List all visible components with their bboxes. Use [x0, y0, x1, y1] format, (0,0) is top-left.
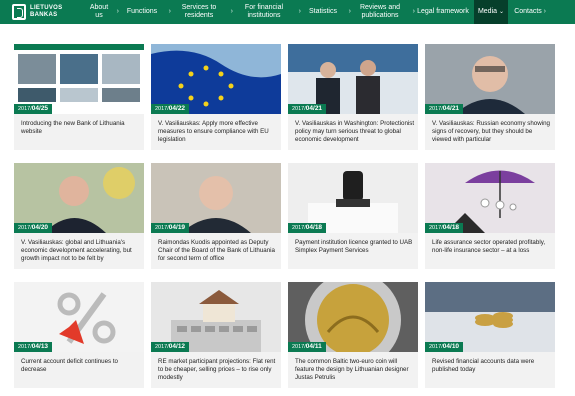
news-title[interactable]: Revised financial accounts data were pub… — [432, 358, 552, 374]
date-badge: 2017/04/13 — [14, 342, 53, 352]
date-day: 04/21 — [305, 105, 323, 112]
news-card[interactable]: 2017/04/12 RE market participant project… — [151, 282, 281, 388]
chevron-down-icon: ⌄ — [499, 9, 505, 15]
date-badge: 2017/04/19 — [151, 223, 190, 233]
logo-mark-icon — [12, 4, 26, 20]
date-year: 2017 — [292, 344, 305, 350]
news-card[interactable]: 2017/04/10 Revised financial accounts da… — [425, 282, 555, 388]
nav-about[interactable]: About us › — [82, 0, 119, 24]
date-year: 2017 — [18, 344, 31, 350]
news-title[interactable]: V. Vasiliauskas: Apply more effective me… — [158, 120, 278, 144]
logo-line-2: BANKAS — [30, 12, 58, 18]
date-day: 04/13 — [31, 343, 49, 350]
nav-legal[interactable]: Legal framework — [412, 0, 474, 24]
news-title[interactable]: Introducing the new Bank of Lithuania we… — [21, 120, 141, 136]
news-title[interactable]: Current account deficit continues to dec… — [21, 358, 141, 374]
nav-statistics-label: Statistics — [308, 8, 337, 15]
date-badge: 2017/04/21 — [288, 104, 327, 114]
logo-text: LIETUVOS BANKAS — [30, 5, 62, 19]
nav-reviews-label: Reviews and publications — [359, 4, 401, 19]
date-day: 04/22 — [168, 105, 186, 112]
date-year: 2017 — [18, 106, 31, 112]
date-day: 04/10 — [442, 343, 460, 350]
news-title[interactable]: The common Baltic two-euro coin will fea… — [295, 358, 415, 382]
main-menu: About us › Functions › Services to residen… — [82, 0, 548, 24]
date-day: 04/20 — [31, 224, 49, 231]
date-year: 2017 — [18, 225, 31, 231]
date-year: 2017 — [429, 344, 442, 350]
news-card[interactable]: 2017/04/18 Life assurance sector operate… — [425, 163, 555, 269]
news-card[interactable]: 2017/04/11 The common Baltic two-euro co… — [288, 282, 418, 388]
nav-contacts[interactable]: Contacts › — [508, 0, 548, 24]
date-badge: 2017/04/18 — [425, 223, 464, 233]
nav-financial-label: For financial institutions — [244, 4, 284, 19]
date-year: 2017 — [429, 225, 442, 231]
date-badge: 2017/04/22 — [151, 104, 190, 114]
date-badge: 2017/04/18 — [288, 223, 327, 233]
nav-legal-label: Legal framework — [417, 8, 469, 15]
nav-services-label: Services to residents — [181, 4, 217, 19]
date-year: 2017 — [155, 344, 168, 350]
nav-reviews[interactable]: Reviews and publications › — [348, 0, 415, 24]
date-day: 04/19 — [168, 224, 186, 231]
news-card[interactable]: 2017/04/18 Payment institution licence g… — [288, 163, 418, 269]
news-card[interactable]: 2017/04/13 Current account deficit conti… — [14, 282, 144, 388]
news-title[interactable]: Raimondas Kuodis appointed as Deputy Cha… — [158, 239, 278, 263]
date-badge: 2017/04/21 — [425, 104, 464, 114]
date-year: 2017 — [155, 225, 168, 231]
news-card[interactable]: 2017/04/21 V. Vasiliauskas: Russian econ… — [425, 44, 555, 150]
news-title[interactable]: V. Vasiliauskas in Washington: Protectio… — [295, 120, 415, 144]
nav-media[interactable]: Media ⌄ — [474, 0, 508, 24]
date-badge: 2017/04/10 — [425, 342, 464, 352]
news-card[interactable]: 2017/04/25 Introducing the new Bank of L… — [14, 44, 144, 150]
nav-financial[interactable]: For financial institutions › — [230, 0, 301, 24]
chevron-right-icon: › — [543, 8, 546, 15]
date-badge: 2017/04/12 — [151, 342, 190, 352]
news-card[interactable]: 2017/04/21 V. Vasiliauskas in Washington… — [288, 44, 418, 150]
bank-logo[interactable]: LIETUVOS BANKAS — [0, 0, 82, 24]
news-title[interactable]: Life assurance sector operated profitabl… — [432, 239, 552, 255]
date-year: 2017 — [155, 106, 168, 112]
date-year: 2017 — [292, 106, 305, 112]
news-card[interactable]: 2017/04/22 V. Vasiliauskas: Apply more e… — [151, 44, 281, 150]
date-day: 04/11 — [305, 343, 322, 350]
date-day: 04/18 — [305, 224, 323, 231]
nav-functions-label: Functions — [126, 8, 158, 15]
date-badge: 2017/04/20 — [14, 223, 53, 233]
top-navigation-bar: LIETUVOS BANKAS About us › Functions › Ser… — [0, 0, 575, 24]
date-day: 04/12 — [168, 343, 186, 350]
date-badge: 2017/04/11 — [288, 342, 326, 352]
nav-about-label: About us — [89, 4, 109, 19]
date-year: 2017 — [429, 106, 442, 112]
logo-line-1: LIETUVOS — [30, 5, 63, 11]
news-card[interactable]: 2017/04/20 V. Vasiliauskas: global and L… — [14, 163, 144, 269]
nav-statistics[interactable]: Statistics › — [298, 0, 351, 24]
date-day: 04/18 — [442, 224, 460, 231]
nav-media-label: Media — [477, 8, 498, 15]
nav-services[interactable]: Services to residents › — [168, 0, 233, 24]
date-year: 2017 — [292, 225, 305, 231]
news-card[interactable]: 2017/04/19 Raimondas Kuodis appointed as… — [151, 163, 281, 269]
news-title[interactable]: RE market participant projections: Flat … — [158, 358, 278, 382]
news-title[interactable]: Payment institution licence granted to U… — [295, 239, 415, 255]
date-day: 04/25 — [31, 105, 49, 112]
news-title[interactable]: V. Vasiliauskas: global and Lithuania's … — [21, 239, 141, 263]
news-title[interactable]: V. Vasiliauskas: Russian economy showing… — [432, 120, 552, 144]
nav-functions[interactable]: Functions › — [116, 0, 171, 24]
date-day: 04/21 — [442, 105, 460, 112]
nav-contacts-label: Contacts — [514, 8, 542, 15]
date-badge: 2017/04/25 — [14, 104, 53, 114]
